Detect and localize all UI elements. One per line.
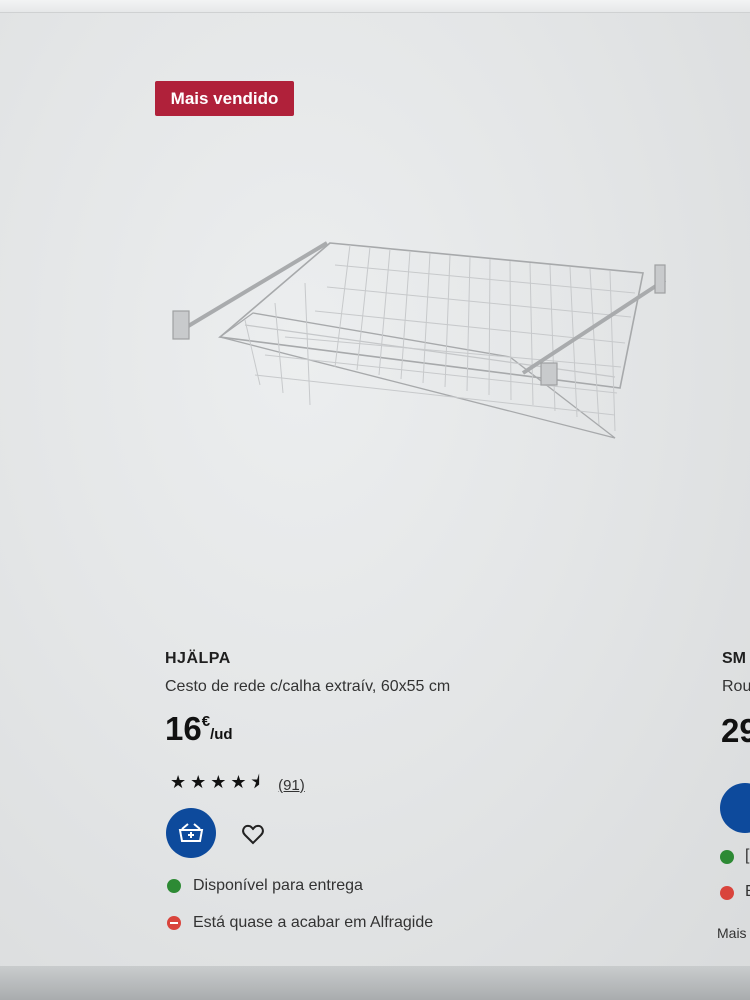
next-store-text: E	[745, 883, 750, 901]
product-description[interactable]: Cesto de rede c/calha extraív, 60x55 cm	[165, 678, 450, 696]
product-brand[interactable]: HJÄLPA	[165, 650, 231, 668]
delivery-status: Disponível para entrega	[167, 877, 363, 895]
best-seller-badge: Mais vendido	[155, 81, 294, 116]
wire-basket-image[interactable]	[165, 225, 675, 475]
review-count-link[interactable]: (91)	[278, 777, 305, 794]
add-to-cart-icon	[178, 823, 204, 842]
next-low-stock-dot	[720, 886, 734, 900]
low-stock-dot	[167, 916, 181, 930]
add-to-cart-button[interactable]	[166, 808, 216, 858]
next-product-brand[interactable]: SM	[722, 650, 746, 668]
next-product-price: 29	[721, 712, 750, 749]
price-integer: 16	[165, 710, 202, 747]
store-status-text: Está quase a acabar em Alfragide	[193, 914, 434, 931]
next-delivery-text: [	[745, 847, 750, 864]
product-rating[interactable]: ★★★★⯨ (91)	[170, 770, 305, 800]
bottom-edge	[0, 966, 750, 1000]
in-stock-dot	[167, 879, 181, 893]
delivery-status-text: Disponível para entrega	[193, 877, 363, 894]
price-currency: €	[201, 713, 211, 730]
product-price: 16 € /ud	[165, 710, 233, 748]
heart-icon[interactable]	[241, 822, 265, 846]
product-listing-screen: Mais vendido HJÄLPA Cesto de rede c/calh…	[0, 0, 750, 1000]
next-product-description[interactable]: Rou	[722, 678, 750, 696]
price-unit: /ud	[210, 726, 233, 743]
top-edge	[0, 0, 750, 13]
next-add-to-cart-button[interactable]	[720, 783, 750, 833]
rating-stars: ★★★★⯨	[170, 772, 265, 792]
store-stock-status: Está quase a acabar em Alfragide	[167, 914, 433, 932]
next-in-stock-dot	[720, 850, 734, 864]
next-more-text: Mais	[717, 925, 747, 941]
